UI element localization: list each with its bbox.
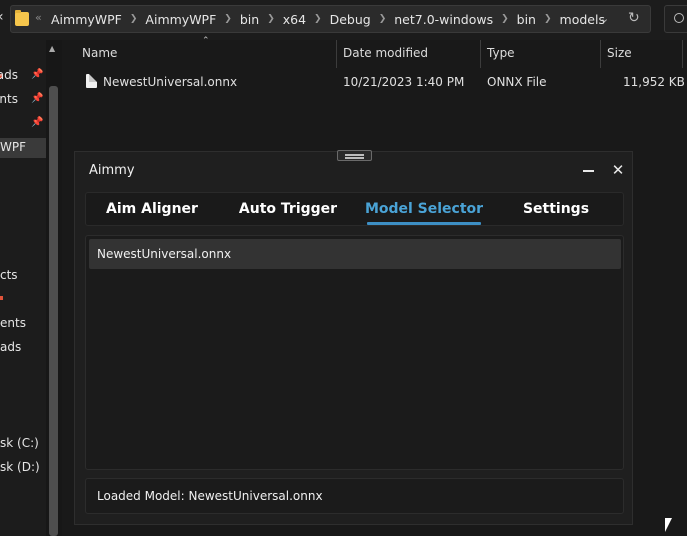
- breadcrumb-item[interactable]: AimmyWPF: [51, 12, 122, 27]
- breadcrumb-item[interactable]: Debug: [330, 12, 371, 27]
- active-tab-indicator: [367, 222, 481, 225]
- nav-item-label: ads: [0, 68, 18, 82]
- scroll-up-icon[interactable]: ▲: [49, 44, 55, 53]
- file-icon: [86, 74, 97, 88]
- model-list[interactable]: NewestUniversal.onnx: [85, 235, 624, 470]
- refresh-icon[interactable]: ↻: [628, 10, 640, 26]
- file-type: ONNX File: [487, 75, 547, 89]
- close-icon[interactable]: ✕: [608, 160, 628, 180]
- breadcrumb-item[interactable]: bin: [517, 12, 536, 27]
- list-item[interactable]: NewestUniversal.onnx: [89, 239, 621, 269]
- aimmy-window: Aimmy ✕ Aim Aligner Auto Trigger Model S…: [74, 151, 633, 525]
- pin-icon: 📌: [31, 69, 44, 80]
- chevron-right-icon[interactable]: ❯: [314, 14, 322, 24]
- column-divider[interactable]: [682, 40, 683, 68]
- chevron-right-icon[interactable]: ❯: [130, 14, 138, 24]
- window-title: Aimmy: [89, 163, 135, 178]
- breadcrumb: AimmyWPF ❯ AimmyWPF ❯ bin ❯ x64 ❯ Debug …: [51, 6, 605, 32]
- breadcrumb-item[interactable]: models: [560, 12, 605, 27]
- pin-icon: 📌: [31, 117, 44, 128]
- nav-item-label: ents: [0, 92, 18, 106]
- explorer-toolbar: ‹ « AimmyWPF ❯ AimmyWPF ❯ bin ❯ x64 ❯ De…: [0, 0, 687, 40]
- mouse-cursor-icon: [665, 518, 672, 532]
- scrollbar-thumb[interactable]: [49, 86, 58, 536]
- nav-item-label: WPF: [0, 140, 27, 154]
- nav-item[interactable]: WPF: [0, 138, 46, 158]
- chevron-right-icon[interactable]: ❯: [267, 14, 275, 24]
- tab-aim-aligner[interactable]: Aim Aligner: [94, 193, 210, 225]
- chevron-down-icon[interactable]: ⌄: [600, 12, 609, 25]
- chevron-right-icon[interactable]: ❯: [501, 14, 509, 24]
- tab-model-selector[interactable]: Model Selector: [364, 193, 484, 225]
- chevron-right-icon[interactable]: ❯: [379, 14, 387, 24]
- pin-icon: 📌: [31, 93, 44, 104]
- search-icon: [674, 13, 684, 23]
- nav-item[interactable]: sk (C:): [0, 434, 46, 454]
- chevron-left-icon[interactable]: «: [35, 11, 42, 24]
- nav-dot: [0, 296, 3, 300]
- breadcrumb-item[interactable]: net7.0-windows: [394, 12, 493, 27]
- file-name: NewestUniversal.onnx: [103, 75, 238, 89]
- search-input[interactable]: [664, 5, 687, 33]
- chevron-right-icon[interactable]: ❯: [224, 14, 232, 24]
- sort-ascending-icon: ⌃: [202, 36, 210, 46]
- column-divider[interactable]: [480, 40, 481, 68]
- table-row[interactable]: NewestUniversal.onnx 10/21/2023 1:40 PM …: [62, 68, 687, 94]
- nav-item[interactable]: ads: [0, 338, 46, 358]
- nav-item-label: cts: [0, 268, 18, 282]
- column-header-name[interactable]: Name: [82, 46, 117, 60]
- drag-handle[interactable]: [337, 150, 372, 161]
- chevron-right-icon[interactable]: ❯: [544, 14, 552, 24]
- nav-item[interactable]: ents 📌: [0, 90, 46, 110]
- loaded-model-status: Loaded Model: NewestUniversal.onnx: [97, 489, 323, 503]
- column-header-date[interactable]: Date modified: [343, 46, 428, 60]
- folder-icon: [15, 10, 29, 26]
- nav-item[interactable]: 📌: [0, 114, 46, 134]
- column-divider[interactable]: [600, 40, 601, 68]
- minimize-button[interactable]: [580, 160, 598, 180]
- nav-scrollbar[interactable]: ▲: [46, 40, 62, 536]
- nav-item[interactable]: ents: [0, 314, 46, 334]
- back-arrow-icon[interactable]: ‹: [0, 9, 8, 25]
- breadcrumb-item[interactable]: bin: [240, 12, 259, 27]
- column-header-size[interactable]: Size: [607, 46, 632, 60]
- breadcrumb-item[interactable]: x64: [283, 12, 306, 27]
- tab-settings[interactable]: Settings: [498, 193, 614, 225]
- nav-item-label: sk (C:): [0, 436, 39, 450]
- nav-item-label: sk (D:): [0, 460, 40, 474]
- nav-item[interactable]: ads 📌: [0, 66, 46, 86]
- navigation-pane: ads 📌 ents 📌 📌 WPF cts ents ads sk (C:) …: [0, 40, 46, 536]
- breadcrumb-item[interactable]: AimmyWPF: [145, 12, 216, 27]
- file-size: 11,952 KB: [623, 75, 685, 89]
- column-header-type[interactable]: Type: [487, 46, 515, 60]
- nav-item[interactable]: sk (D:): [0, 458, 46, 478]
- model-name: NewestUniversal.onnx: [97, 247, 232, 261]
- address-bar[interactable]: « AimmyWPF ❯ AimmyWPF ❯ bin ❯ x64 ❯ Debu…: [10, 5, 651, 33]
- status-bar: Loaded Model: NewestUniversal.onnx: [85, 478, 624, 514]
- column-divider[interactable]: [336, 40, 337, 68]
- tab-bar: Aim Aligner Auto Trigger Model Selector …: [85, 192, 624, 226]
- nav-item[interactable]: cts: [0, 266, 46, 286]
- file-date: 10/21/2023 1:40 PM: [343, 75, 465, 89]
- nav-item-label: ads: [0, 340, 22, 354]
- tab-auto-trigger[interactable]: Auto Trigger: [230, 193, 346, 225]
- nav-item-label: ents: [0, 316, 26, 330]
